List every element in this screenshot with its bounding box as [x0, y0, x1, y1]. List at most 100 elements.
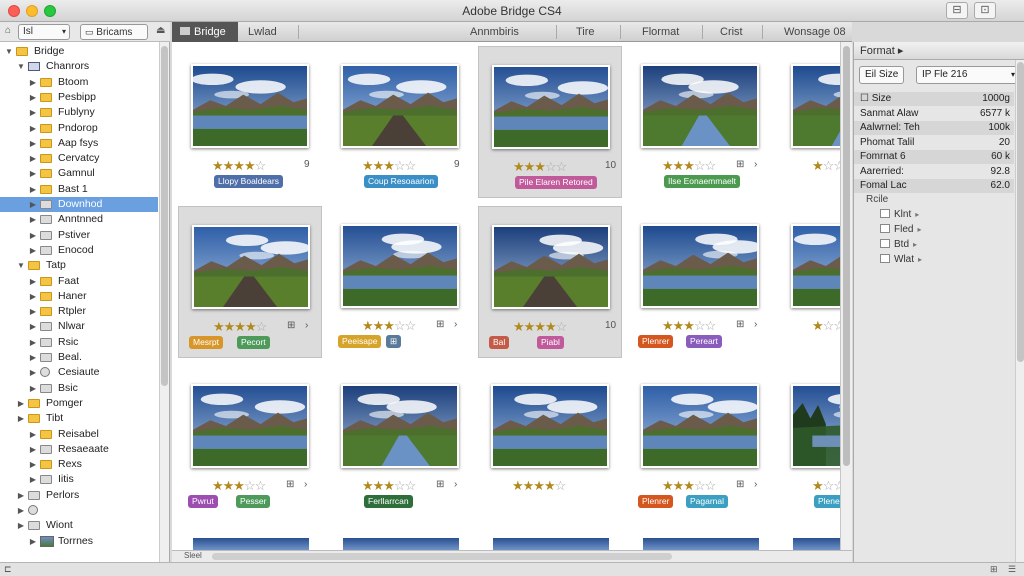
tree-item[interactable]: ▶ Enocod	[0, 243, 158, 258]
disclosure-closed-icon[interactable]: ▶	[28, 350, 38, 365]
thumbnail-cell[interactable]: ★★★☆☆ ⊞ › Peeisape ⊞	[328, 206, 472, 358]
star-rating[interactable]: ★★★★☆	[513, 319, 567, 335]
tree-item[interactable]: ▶ Rexs	[0, 457, 158, 472]
thumbnail-image[interactable]	[343, 538, 459, 550]
disclosure-open-icon[interactable]: ▼	[16, 59, 26, 74]
file-dropdown[interactable]: IP Fle 216 ▾	[916, 66, 1020, 84]
disclosure-closed-icon[interactable]: ▶	[28, 472, 38, 487]
disclosure-closed-icon[interactable]: ▶	[28, 136, 38, 151]
restore-panel-button[interactable]: ⊡	[974, 2, 996, 19]
content-scroll-thumb[interactable]	[843, 46, 850, 466]
thumbnail-image[interactable]	[193, 538, 309, 550]
star-rating[interactable]: ★★★☆☆	[212, 478, 266, 494]
tree-item[interactable]: ▶ Tibt	[0, 411, 158, 426]
horizontal-scrollbar[interactable]	[212, 553, 672, 560]
disclosure-closed-icon[interactable]: ▶	[28, 75, 38, 90]
disclosure-closed-icon[interactable]: ▶	[16, 503, 26, 518]
thumbnail-cell[interactable]: ★★★☆☆ ⊞ › Plenrer Pagarnal	[628, 366, 772, 518]
tree-item[interactable]: ▶ Reisabel	[0, 427, 158, 442]
tree-item[interactable]: ▶ Rtpler	[0, 304, 158, 319]
tree-item[interactable]: ▶ Nlwar	[0, 319, 158, 334]
disclosure-closed-icon[interactable]: ▶	[28, 197, 38, 212]
tree-item[interactable]: ▶ Btoom	[0, 75, 158, 90]
thumbnail-cell[interactable]: ★★★☆☆ ⊞ › Ilse Eonaemmaelt	[628, 46, 772, 198]
tree-item[interactable]: ▶ Bast 1	[0, 182, 158, 197]
star-rating[interactable]: ★★★☆☆	[662, 478, 716, 494]
tree-item[interactable]: ▶ Beal.	[0, 350, 158, 365]
tree-item[interactable]: ▶ Resaeaate	[0, 442, 158, 457]
tree-item[interactable]: ▶ Gamnul	[0, 166, 158, 181]
thumbnail-image[interactable]	[793, 538, 840, 550]
tree-item[interactable]: ▶ Iitis	[0, 472, 158, 487]
thumbnail-cell[interactable]: ★★★★☆ 10 Bal Piabl	[478, 206, 622, 358]
disclosure-closed-icon[interactable]: ▶	[28, 90, 38, 105]
disclosure-closed-icon[interactable]: ▶	[28, 427, 38, 442]
thumbnail-cell[interactable]: ★★★☆☆ ⊞ › Plenrer Pereart	[628, 206, 772, 358]
disclosure-closed-icon[interactable]: ▶	[28, 442, 38, 457]
disclosure-closed-icon[interactable]: ▶	[28, 243, 38, 258]
panel-scrollbar[interactable]	[1015, 60, 1024, 562]
keyword-item[interactable]: Fled ▸	[880, 223, 921, 237]
star-rating[interactable]: ★★★☆☆	[662, 158, 716, 174]
rotate-icon[interactable]: ⊞	[286, 479, 294, 490]
star-rating[interactable]: ★☆☆☆☆	[812, 158, 840, 174]
disclosure-closed-icon[interactable]: ▶	[28, 212, 38, 227]
thumbnail-image[interactable]	[493, 538, 609, 550]
tree-scrollbar[interactable]	[159, 42, 169, 562]
disclosure-closed-icon[interactable]: ▶	[28, 304, 38, 319]
rotate-icon[interactable]: ⊞	[287, 320, 295, 331]
thumbnail-cell[interactable]: ★★★★☆	[478, 366, 622, 518]
star-rating[interactable]: ★★★☆☆	[362, 478, 416, 494]
tree-item[interactable]: ▶ Pndorop	[0, 121, 158, 136]
keyword-item[interactable]: Wlat ▸	[880, 253, 922, 267]
thumbnail-image[interactable]	[192, 225, 310, 309]
keyword-checkbox[interactable]	[880, 209, 890, 218]
view-dropdown[interactable]: Isl ▾	[18, 24, 70, 40]
tree-item[interactable]: ▶ Aap fsys	[0, 136, 158, 151]
thumbnail-image[interactable]	[191, 64, 309, 148]
thumbnail-image[interactable]	[492, 225, 610, 309]
thumbnail-image[interactable]	[341, 224, 459, 308]
disclosure-closed-icon[interactable]: ▶	[16, 411, 26, 426]
panel-toggle-icon[interactable]: ⊏	[4, 564, 12, 575]
tree-item[interactable]: ▶ Faat	[0, 274, 158, 289]
tree-item[interactable]: ▶ Fublyny	[0, 105, 158, 120]
tab-bridge[interactable]: Bridge	[172, 22, 238, 42]
disclosure-closed-icon[interactable]: ▶	[28, 335, 38, 350]
panel-header[interactable]: Format ▸	[854, 42, 1024, 60]
size-button[interactable]: Eil Size	[859, 66, 905, 84]
minimize-panel-button[interactable]: ⊟	[946, 2, 968, 19]
keyword-item[interactable]: Btd ▸	[880, 238, 917, 252]
tree-item[interactable]: ▶ Cesiaute	[0, 365, 158, 380]
tree-item[interactable]: ▶ Cervatcy	[0, 151, 158, 166]
star-rating[interactable]: ★☆☆☆☆	[812, 478, 840, 494]
tab-5[interactable]: Crist	[720, 22, 743, 42]
star-rating[interactable]: ★★★★☆	[213, 319, 267, 335]
disclosure-closed-icon[interactable]: ▶	[28, 274, 38, 289]
eject-icon[interactable]: ⏏	[156, 25, 165, 36]
thumbnail-image[interactable]	[643, 538, 759, 550]
tab-3[interactable]: Tire	[576, 22, 595, 42]
disclosure-closed-icon[interactable]: ▶	[28, 365, 38, 380]
keyword-checkbox[interactable]	[880, 254, 890, 263]
tab-4[interactable]: Flormat	[642, 22, 679, 42]
thumbnail-image[interactable]	[341, 64, 459, 148]
tab-1[interactable]: Lwlad	[248, 22, 277, 42]
tab-6[interactable]: Wonsage 08	[784, 22, 846, 42]
home-icon[interactable]: ⌂	[5, 25, 11, 36]
tree-item[interactable]: ▶ Bsic	[0, 381, 158, 396]
tree-scroll-thumb[interactable]	[161, 46, 168, 386]
thumbnail-cell[interactable]: ★☆☆☆☆	[778, 46, 840, 198]
disclosure-closed-icon[interactable]: ▶	[28, 457, 38, 472]
thumbnail-cell[interactable]: ★★★☆☆ 10 Pile Elaren Retored	[478, 46, 622, 198]
star-rating[interactable]: ★★★☆☆	[513, 159, 567, 175]
keyword-checkbox[interactable]	[880, 224, 890, 233]
path-dropdown[interactable]: ▭ Bricams	[80, 24, 148, 40]
tree-item[interactable]: ▶ Pesbipp	[0, 90, 158, 105]
tree-item[interactable]: ▼ Tatp	[0, 258, 158, 273]
thumbnail-image[interactable]	[791, 64, 840, 148]
thumbnail-image[interactable]	[492, 65, 610, 149]
tree-item[interactable]: ▶ Pstiver	[0, 228, 158, 243]
disclosure-closed-icon[interactable]: ▶	[28, 228, 38, 243]
disclosure-closed-icon[interactable]: ▶	[28, 166, 38, 181]
